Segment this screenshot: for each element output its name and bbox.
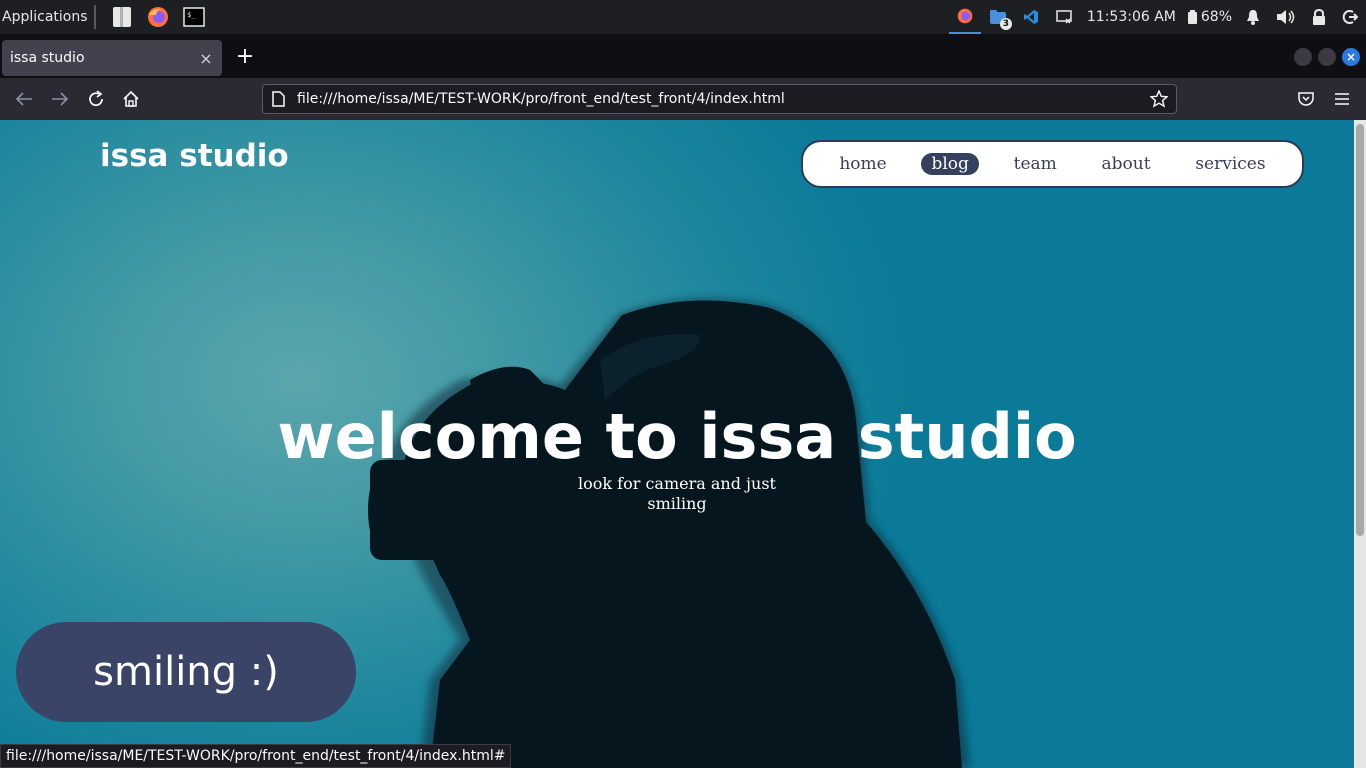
forward-arrow-icon[interactable] bbox=[48, 87, 72, 111]
browser-navbar: file:///home/issa/ME/TEST-WORK/pro/front… bbox=[0, 78, 1366, 120]
lock-icon[interactable] bbox=[1304, 0, 1334, 34]
firefox-icon[interactable] bbox=[147, 6, 169, 28]
applications-menu[interactable]: Applications bbox=[0, 0, 88, 34]
nav-blog[interactable]: blog bbox=[921, 153, 979, 175]
nav-home[interactable]: home bbox=[829, 153, 896, 175]
site-nav-menu: home blog team about services bbox=[801, 140, 1304, 188]
minimize-button[interactable] bbox=[1294, 48, 1312, 66]
panel-separator bbox=[93, 5, 96, 29]
scrollbar-thumb[interactable] bbox=[1356, 124, 1364, 536]
tab-close-icon[interactable]: × bbox=[198, 49, 214, 68]
tray-files-icon[interactable]: 3 bbox=[981, 0, 1015, 34]
screen-cast-icon[interactable] bbox=[1047, 0, 1081, 34]
notifications-bell-icon[interactable] bbox=[1238, 0, 1268, 34]
battery-indicator[interactable]: 68% bbox=[1182, 9, 1238, 25]
svg-text:$_: $_ bbox=[187, 11, 196, 19]
battery-icon bbox=[1187, 10, 1197, 24]
url-text[interactable]: file:///home/issa/ME/TEST-WORK/pro/front… bbox=[285, 91, 1150, 107]
page-viewport: issa studio home blog team about service… bbox=[0, 120, 1354, 768]
tab-strip: issa studio × + × bbox=[0, 34, 1366, 78]
window-close-button[interactable]: × bbox=[1342, 48, 1360, 66]
files-icon[interactable] bbox=[111, 6, 133, 28]
hamburger-menu-icon[interactable] bbox=[1330, 87, 1354, 111]
page-scrollbar[interactable] bbox=[1354, 120, 1366, 768]
url-bar[interactable]: file:///home/issa/ME/TEST-WORK/pro/front… bbox=[262, 84, 1177, 114]
os-top-panel: Applications $_ 3 11:53:06 AM 68% bbox=[0, 0, 1366, 34]
maximize-button[interactable] bbox=[1318, 48, 1336, 66]
smiling-cta-button[interactable]: smiling :) bbox=[16, 622, 356, 722]
home-icon[interactable] bbox=[119, 87, 143, 111]
vscode-icon[interactable] bbox=[1015, 0, 1047, 34]
tab-issa-studio[interactable]: issa studio × bbox=[2, 40, 222, 76]
file-page-icon bbox=[272, 91, 285, 107]
new-tab-button[interactable]: + bbox=[232, 44, 258, 70]
nav-services[interactable]: services bbox=[1185, 153, 1275, 175]
volume-icon[interactable] bbox=[1268, 0, 1304, 34]
clock[interactable]: 11:53:06 AM bbox=[1081, 9, 1182, 25]
link-status-bar: file:///home/issa/ME/TEST-WORK/pro/front… bbox=[0, 744, 512, 768]
hero-title: welcome to issa studio bbox=[277, 400, 1077, 473]
brand-logo-text[interactable]: issa studio bbox=[100, 138, 289, 174]
nav-team[interactable]: team bbox=[1004, 153, 1067, 175]
battery-percent: 68% bbox=[1200, 9, 1232, 25]
files-count-badge: 3 bbox=[999, 18, 1012, 30]
terminal-icon[interactable]: $_ bbox=[182, 6, 205, 28]
tab-title: issa studio bbox=[10, 50, 85, 66]
tray-firefox-icon[interactable] bbox=[948, 0, 981, 34]
nav-about[interactable]: about bbox=[1092, 153, 1161, 175]
pocket-icon[interactable] bbox=[1294, 87, 1318, 111]
reload-icon[interactable] bbox=[84, 87, 108, 111]
back-arrow-icon[interactable] bbox=[12, 87, 36, 111]
logout-icon[interactable] bbox=[1334, 0, 1366, 34]
bookmark-star-icon[interactable] bbox=[1150, 90, 1168, 108]
hero-subtitle: look for camera and just smiling bbox=[578, 474, 776, 513]
